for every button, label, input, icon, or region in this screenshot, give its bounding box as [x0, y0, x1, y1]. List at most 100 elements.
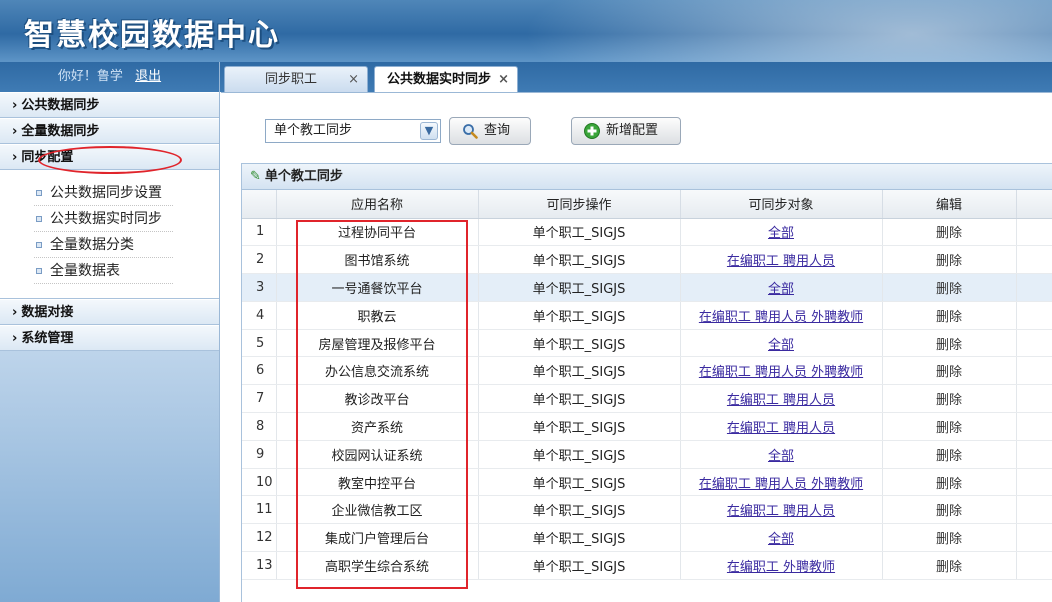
row-index: 1	[242, 218, 277, 247]
delete-cell-text[interactable]: 删除	[936, 365, 962, 380]
sync-target-cell-text[interactable]: 在编职工 聘用人员	[727, 254, 835, 269]
chevron-down-icon[interactable]: ▼	[420, 122, 438, 140]
delete-cell-text[interactable]: 删除	[936, 421, 962, 436]
bullet-icon	[36, 190, 42, 196]
row-index-text: 6	[256, 363, 265, 379]
delete-cell-text[interactable]: 删除	[936, 310, 962, 325]
app-name-cell: 教诊改平台	[276, 384, 479, 414]
close-icon[interactable]: ×	[348, 67, 359, 93]
delete-cell: 删除	[882, 412, 1017, 441]
delete-cell: 删除	[882, 551, 1017, 580]
table-row[interactable]: 7 教诊改平台 单个职工_SIGJS 在编职工 聘用人员 删除	[242, 384, 1052, 414]
main-content: 单个教工同步 ▼ 查询 新增配置 ✎ 单个教工同步 应用名称 可同步操作 可同步…	[221, 92, 1052, 602]
delete-cell-text[interactable]: 删除	[936, 282, 962, 297]
menu-section-data-integration[interactable]: › 数据对接	[0, 299, 219, 325]
delete-cell-text[interactable]: 删除	[936, 449, 962, 464]
table-row[interactable]: 4 职教云 单个职工_SIGJS 在编职工 聘用人员 外聘教师 删除	[242, 301, 1052, 330]
delete-cell: 删除	[882, 384, 1017, 414]
delete-cell-text[interactable]: 删除	[936, 226, 962, 241]
table-row[interactable]: 3 一号通餐饮平台 单个职工_SIGJS 全部 删除	[242, 273, 1052, 302]
sidebar-item-full-data-table[interactable]: 全量数据表	[34, 258, 173, 284]
sidebar-item-public-realtime-sync[interactable]: 公共数据实时同步	[34, 206, 173, 232]
delete-cell-text[interactable]: 删除	[936, 254, 962, 269]
sync-target-cell-text[interactable]: 全部	[768, 282, 794, 297]
table-row[interactable]: 5 房屋管理及报修平台 单个职工_SIGJS 全部 删除	[242, 329, 1052, 358]
sidebar-item-full-data-category[interactable]: 全量数据分类	[34, 232, 173, 258]
delete-cell-text[interactable]: 删除	[936, 560, 962, 575]
chevron-right-icon: ›	[12, 305, 18, 320]
bullet-icon	[36, 268, 42, 274]
delete-cell-text[interactable]: 删除	[936, 532, 962, 547]
table-row[interactable]: 6 办公信息交流系统 单个职工_SIGJS 在编职工 聘用人员 外聘教师 删除	[242, 356, 1052, 386]
sync-target-cell-text[interactable]: 在编职工 聘用人员 外聘教师	[699, 477, 863, 492]
spacer-cell	[1016, 301, 1052, 330]
query-button[interactable]: 查询	[449, 117, 531, 145]
sync-op-cell-text: 单个职工_SIGJS	[532, 448, 626, 464]
app-name-cell-text: 企业微信教工区	[331, 504, 423, 520]
table-row[interactable]: 10 教室中控平台 单个职工_SIGJS 在编职工 聘用人员 外聘教师 删除	[242, 468, 1052, 497]
app-name-cell: 资产系统	[276, 412, 479, 441]
column-header-spacer	[1016, 190, 1052, 219]
row-index: 4	[242, 301, 277, 330]
table-row[interactable]: 8 资产系统 单个职工_SIGJS 在编职工 聘用人员 删除	[242, 412, 1052, 441]
menu-section-label: 系统管理	[21, 331, 74, 346]
bullet-icon	[36, 242, 42, 248]
app-name-cell-text: 职教云	[357, 309, 397, 325]
tab-label: 同步职工	[265, 72, 318, 87]
sync-target-cell-text[interactable]: 全部	[768, 226, 794, 241]
tab-public-realtime-sync[interactable]: 公共数据实时同步 ×	[374, 66, 518, 92]
sync-op-cell-text: 单个职工_SIGJS	[532, 393, 626, 409]
tab-sync-staff[interactable]: 同步职工 ×	[224, 66, 368, 92]
table-row[interactable]: 12 集成门户管理后台 单个职工_SIGJS 全部 删除	[242, 523, 1052, 553]
sync-target-cell-text[interactable]: 全部	[768, 449, 794, 464]
table-row[interactable]: 11 企业微信教工区 单个职工_SIGJS 在编职工 聘用人员 删除	[242, 495, 1052, 525]
sync-op-cell-text: 单个职工_SIGJS	[532, 476, 626, 492]
delete-cell: 删除	[882, 218, 1017, 247]
menu-section-system-admin[interactable]: › 系统管理	[0, 325, 219, 351]
app-name-cell: 一号通餐饮平台	[276, 273, 479, 302]
sync-target-cell-text[interactable]: 在编职工 聘用人员	[727, 393, 835, 408]
app-name-cell-text: 过程协同平台	[337, 226, 416, 242]
chevron-right-icon: ›	[12, 150, 18, 165]
add-config-button[interactable]: 新增配置	[571, 117, 681, 145]
delete-cell-text[interactable]: 删除	[936, 477, 962, 492]
spacer-cell	[1016, 440, 1052, 469]
close-icon[interactable]: ×	[498, 67, 509, 93]
sync-type-select[interactable]: 单个教工同步 ▼	[265, 119, 441, 143]
row-index-text: 11	[256, 502, 273, 518]
app-name-cell: 教室中控平台	[276, 468, 479, 497]
table-row[interactable]: 2 图书馆系统 单个职工_SIGJS 在编职工 聘用人员 删除	[242, 245, 1052, 275]
logout-link[interactable]: 退出	[135, 69, 161, 84]
sync-op-cell-text: 单个职工_SIGJS	[532, 309, 626, 325]
sync-target-cell-text[interactable]: 在编职工 聘用人员 外聘教师	[699, 365, 863, 380]
menu-section-sync-config[interactable]: › 同步配置	[0, 144, 219, 170]
sync-target-cell-text[interactable]: 全部	[768, 532, 794, 547]
menu-section-public-sync[interactable]: › 公共数据同步	[0, 92, 219, 118]
delete-cell-text[interactable]: 删除	[936, 504, 962, 519]
sync-target-cell-text[interactable]: 在编职工 聘用人员	[727, 504, 835, 519]
row-index-text: 12	[256, 530, 273, 546]
table-row[interactable]: 9 校园网认证系统 单个职工_SIGJS 全部 删除	[242, 440, 1052, 469]
menu-section-full-sync[interactable]: › 全量数据同步	[0, 118, 219, 144]
table-row[interactable]: 1 过程协同平台 单个职工_SIGJS 全部 删除	[242, 218, 1052, 247]
delete-cell-text[interactable]: 删除	[936, 338, 962, 353]
sync-target-cell: 在编职工 聘用人员 外聘教师	[680, 468, 883, 497]
row-index: 11	[242, 495, 277, 525]
table-header-row: 应用名称 可同步操作 可同步对象 编辑	[242, 190, 1052, 219]
table-row[interactable]: 13 高职学生综合系统 单个职工_SIGJS 在编职工 外聘教师 删除	[242, 551, 1052, 580]
user-greeting: 你好！鲁学	[57, 69, 123, 84]
sync-op-cell: 单个职工_SIGJS	[478, 218, 681, 247]
sync-op-cell: 单个职工_SIGJS	[478, 301, 681, 330]
query-button-label: 查询	[484, 123, 511, 138]
sync-op-cell: 单个职工_SIGJS	[478, 356, 681, 386]
delete-cell-text[interactable]: 删除	[936, 393, 962, 408]
row-index: 6	[242, 356, 277, 386]
sync-target-cell-text[interactable]: 在编职工 聘用人员	[727, 421, 835, 436]
sync-target-cell-text[interactable]: 在编职工 聘用人员 外聘教师	[699, 310, 863, 325]
row-index-text: 2	[256, 252, 265, 268]
sync-target-cell-text[interactable]: 在编职工 外聘教师	[727, 560, 835, 575]
app-header: 智慧校园数据中心	[0, 0, 1052, 62]
sidebar-item-public-sync-settings[interactable]: 公共数据同步设置	[34, 180, 173, 206]
sync-config-submenu: 公共数据同步设置 公共数据实时同步 全量数据分类 全量数据表	[0, 170, 219, 299]
sync-target-cell-text[interactable]: 全部	[768, 338, 794, 353]
